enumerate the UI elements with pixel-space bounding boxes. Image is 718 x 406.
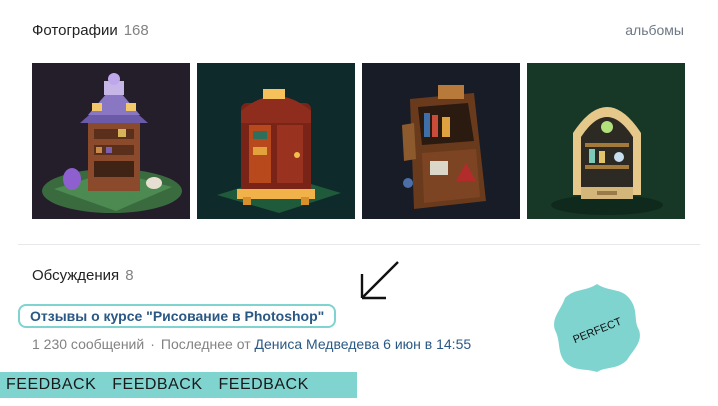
discussions-count: 8 xyxy=(125,267,134,284)
albums-link[interactable]: альбомы xyxy=(625,22,684,38)
discussions-header: Обсуждения 8 xyxy=(32,267,134,284)
topic-messages-count: 1 230 сообщений xyxy=(32,336,145,352)
last-author-link[interactable]: Дениса Медведева xyxy=(255,336,380,352)
topic-highlight: Отзывы о курсе "Рисование в Photoshop" xyxy=(18,304,337,328)
feedback-label: FEEDBACK xyxy=(218,376,309,393)
last-from-label: Последнее от xyxy=(160,336,251,352)
feedback-band: FEEDBACK FEEDBACK FEEDBACK xyxy=(0,372,357,398)
photos-header: Фотографии 168 альбомы xyxy=(32,22,684,42)
photos-count: 168 xyxy=(123,22,149,39)
arrow-down-left-icon xyxy=(356,258,402,307)
photo-thumbnail[interactable] xyxy=(362,63,520,219)
topic-meta: 1 230 сообщений · Последнее от Дениса Медв… xyxy=(32,336,471,352)
photo-thumbnail[interactable] xyxy=(32,63,190,219)
photo-thumbnail[interactable] xyxy=(197,63,355,219)
section-divider xyxy=(18,244,700,245)
discussions-title[interactable]: Обсуждения xyxy=(32,267,119,284)
photo-thumbnail[interactable] xyxy=(527,63,685,219)
topic-link[interactable]: Отзывы о курсе "Рисование в Photoshop" xyxy=(30,308,324,324)
meta-separator: · xyxy=(150,336,155,352)
feedback-label: FEEDBACK xyxy=(112,376,203,393)
last-time-link[interactable]: 6 июн в 14:55 xyxy=(383,336,471,352)
perfect-badge: PERFECT xyxy=(551,282,643,374)
photos-title[interactable]: Фотографии xyxy=(32,22,118,39)
feedback-label: FEEDBACK xyxy=(6,376,97,393)
